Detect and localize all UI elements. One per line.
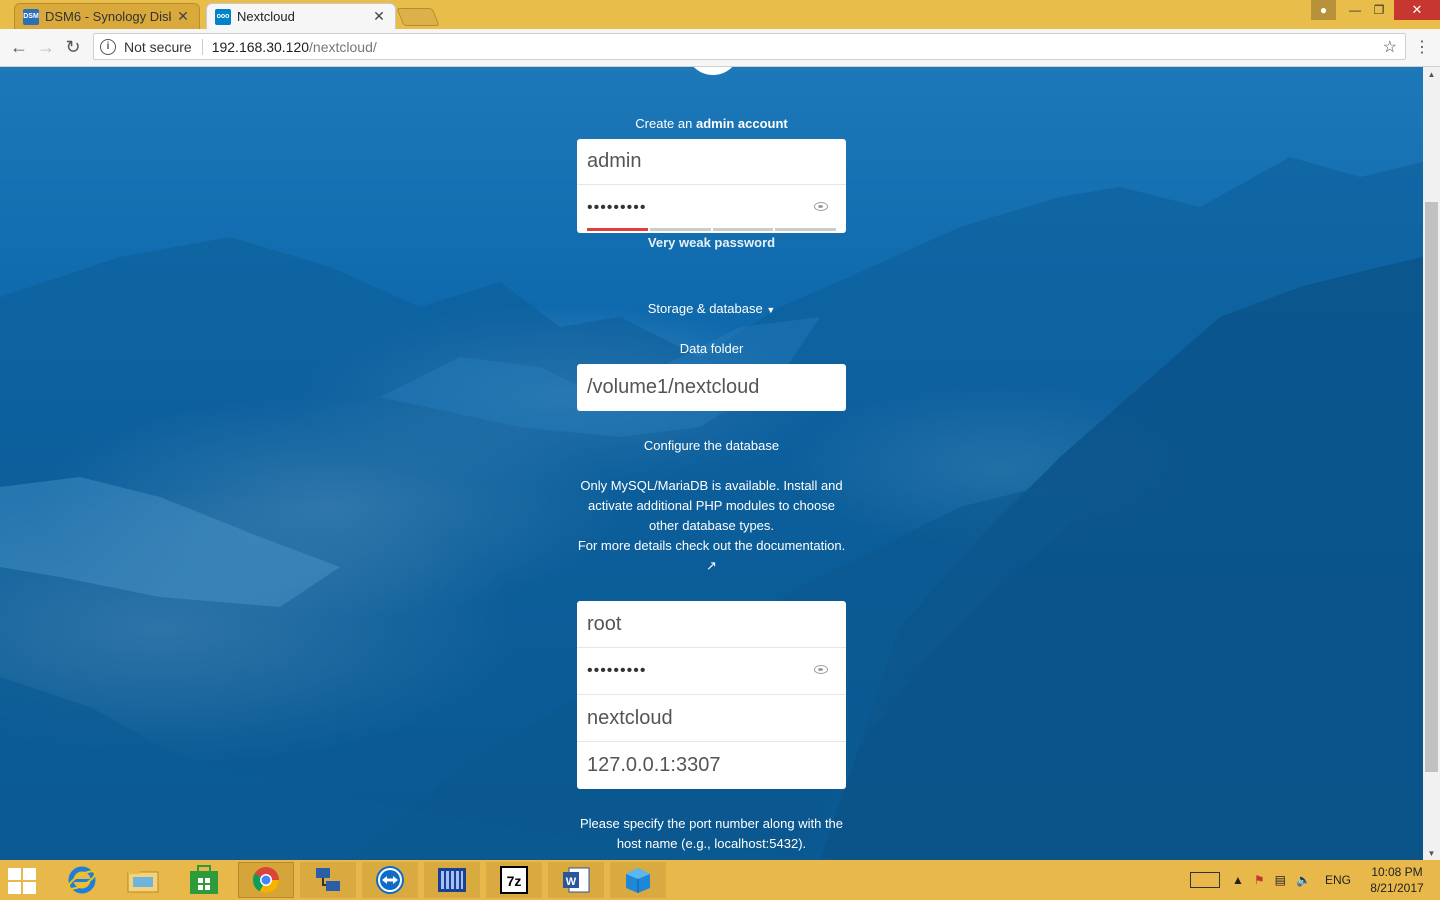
admin-account-heading: Create an admin account	[635, 116, 788, 131]
security-label[interactable]: Not secure	[124, 39, 192, 55]
database-host-field[interactable]: 127.0.0.1:3307	[577, 742, 846, 789]
admin-password-field[interactable]: •••••••••	[577, 185, 846, 231]
3d-box-app-icon[interactable]	[610, 862, 666, 898]
tab-title: Nextcloud	[237, 9, 295, 24]
database-inputs: root ••••••••• nextcloud 127.0.0.1:3307	[577, 601, 846, 789]
new-tab-button[interactable]	[396, 8, 440, 26]
database-name-field[interactable]: nextcloud	[577, 695, 846, 742]
language-indicator[interactable]: ENG	[1325, 873, 1351, 887]
admin-password-value: •••••••••	[587, 199, 647, 216]
internet-explorer-icon[interactable]	[54, 862, 110, 898]
word-icon[interactable]: W	[548, 862, 604, 898]
user-profile-icon[interactable]: ●	[1311, 0, 1336, 20]
windows-store-icon[interactable]	[176, 862, 232, 898]
windows-start-icon[interactable]	[8, 868, 38, 894]
storage-database-toggle[interactable]: Storage & database ▼	[566, 301, 857, 316]
scroll-up-arrow-icon[interactable]: ▲	[1423, 67, 1440, 81]
file-explorer-icon[interactable]	[115, 862, 171, 898]
clock-time: 10:08 PM	[1371, 865, 1423, 879]
database-password-value: •••••••••	[587, 662, 647, 679]
host-note: Please specify the port number along wit…	[579, 816, 844, 851]
svg-text:W: W	[566, 876, 577, 888]
library-app-icon[interactable]	[424, 862, 480, 898]
teamviewer-icon[interactable]	[362, 862, 418, 898]
forward-arrow-icon[interactable]: →	[33, 35, 59, 59]
tab-close-icon[interactable]: ✕	[177, 8, 189, 25]
password-strength-meter	[587, 228, 836, 231]
database-password-field[interactable]: •••••••••	[577, 648, 846, 695]
strength-segment	[775, 228, 836, 231]
dsm-favicon-icon: DSM	[23, 8, 39, 25]
close-window-button[interactable]: ✕	[1394, 0, 1440, 20]
taskbar-clock[interactable]: 10:08 PM 8/21/2017	[1362, 864, 1432, 896]
network-tool-icon[interactable]	[300, 862, 356, 898]
strength-segment	[649, 228, 711, 231]
volume-icon[interactable]: 🔈	[1296, 873, 1311, 887]
url-path[interactable]: /nextcloud/	[309, 39, 377, 55]
data-folder-label: Data folder	[679, 341, 744, 356]
system-tray: ▲ ⚑ ▤ 🔈 ENG	[1190, 860, 1351, 900]
admin-inputs: admin •••••••••	[577, 139, 846, 233]
configure-database-label: Configure the database	[643, 438, 780, 453]
database-user-field[interactable]: root	[577, 601, 846, 648]
scroll-thumb[interactable]	[1425, 202, 1438, 772]
network-icon[interactable]: ▤	[1275, 873, 1286, 887]
info-icon[interactable]: i	[100, 38, 116, 55]
bookmark-star-icon[interactable]: ☆	[1383, 37, 1397, 57]
show-password-eye-icon[interactable]	[814, 665, 828, 674]
strength-segment	[712, 228, 774, 231]
documentation-link[interactable]: For more details check out the documenta…	[566, 536, 857, 556]
scroll-down-arrow-icon[interactable]: ▼	[1423, 846, 1440, 860]
action-center-flag-icon[interactable]: ⚑	[1254, 873, 1265, 887]
show-password-eye-icon[interactable]	[814, 202, 828, 211]
divider	[201, 38, 203, 55]
chrome-icon[interactable]	[238, 862, 294, 898]
data-folder-inputs: /volume1/nextcloud	[577, 364, 846, 411]
caret-down-icon: ▼	[766, 305, 776, 315]
tab-dsm6[interactable]: DSM DSM6 - Synology DiskSta ✕	[14, 3, 200, 29]
tab-title: DSM6 - Synology DiskSta	[45, 9, 171, 24]
tab-close-icon[interactable]: ✕	[373, 8, 385, 25]
address-bar[interactable]: i Not secure 192.168.30.120 /nextcloud/ …	[93, 33, 1406, 60]
7zip-icon[interactable]: 7z	[486, 862, 542, 898]
url-host[interactable]: 192.168.30.120	[212, 39, 309, 55]
page-scrollbar[interactable]: ▲ ▼	[1423, 67, 1440, 860]
reload-icon[interactable]: ↻	[60, 35, 86, 59]
browser-toolbar: ← → ↻ i Not secure 192.168.30.120 /nextc…	[0, 29, 1440, 67]
nextcloud-favicon-icon: ooo	[215, 8, 231, 25]
browser-titlebar: DSM DSM6 - Synology DiskSta ✕ ooo Nextcl…	[0, 0, 1440, 29]
back-arrow-icon[interactable]: ←	[6, 35, 32, 59]
menu-dots-icon[interactable]: ⋮	[1414, 37, 1430, 57]
keyboard-icon[interactable]	[1190, 872, 1220, 888]
password-strength-label: Very weak password	[647, 235, 776, 250]
admin-username-field[interactable]: admin	[577, 139, 846, 185]
nextcloud-setup-page: Create an admin account admin ••••••••• …	[0, 67, 1423, 860]
tab-nextcloud[interactable]: ooo Nextcloud ✕	[206, 3, 396, 29]
data-folder-field[interactable]: /volume1/nextcloud	[577, 364, 846, 411]
database-note: Only MySQL/MariaDB is available. Install…	[566, 476, 857, 576]
clock-date: 8/21/2017	[1370, 881, 1424, 895]
external-link-icon[interactable]: ↗	[566, 556, 857, 576]
show-hidden-icons-icon[interactable]: ▲	[1232, 873, 1244, 887]
svg-text:7z: 7z	[507, 873, 522, 889]
maximize-button[interactable]: ❐	[1364, 0, 1394, 20]
strength-segment	[587, 228, 648, 231]
